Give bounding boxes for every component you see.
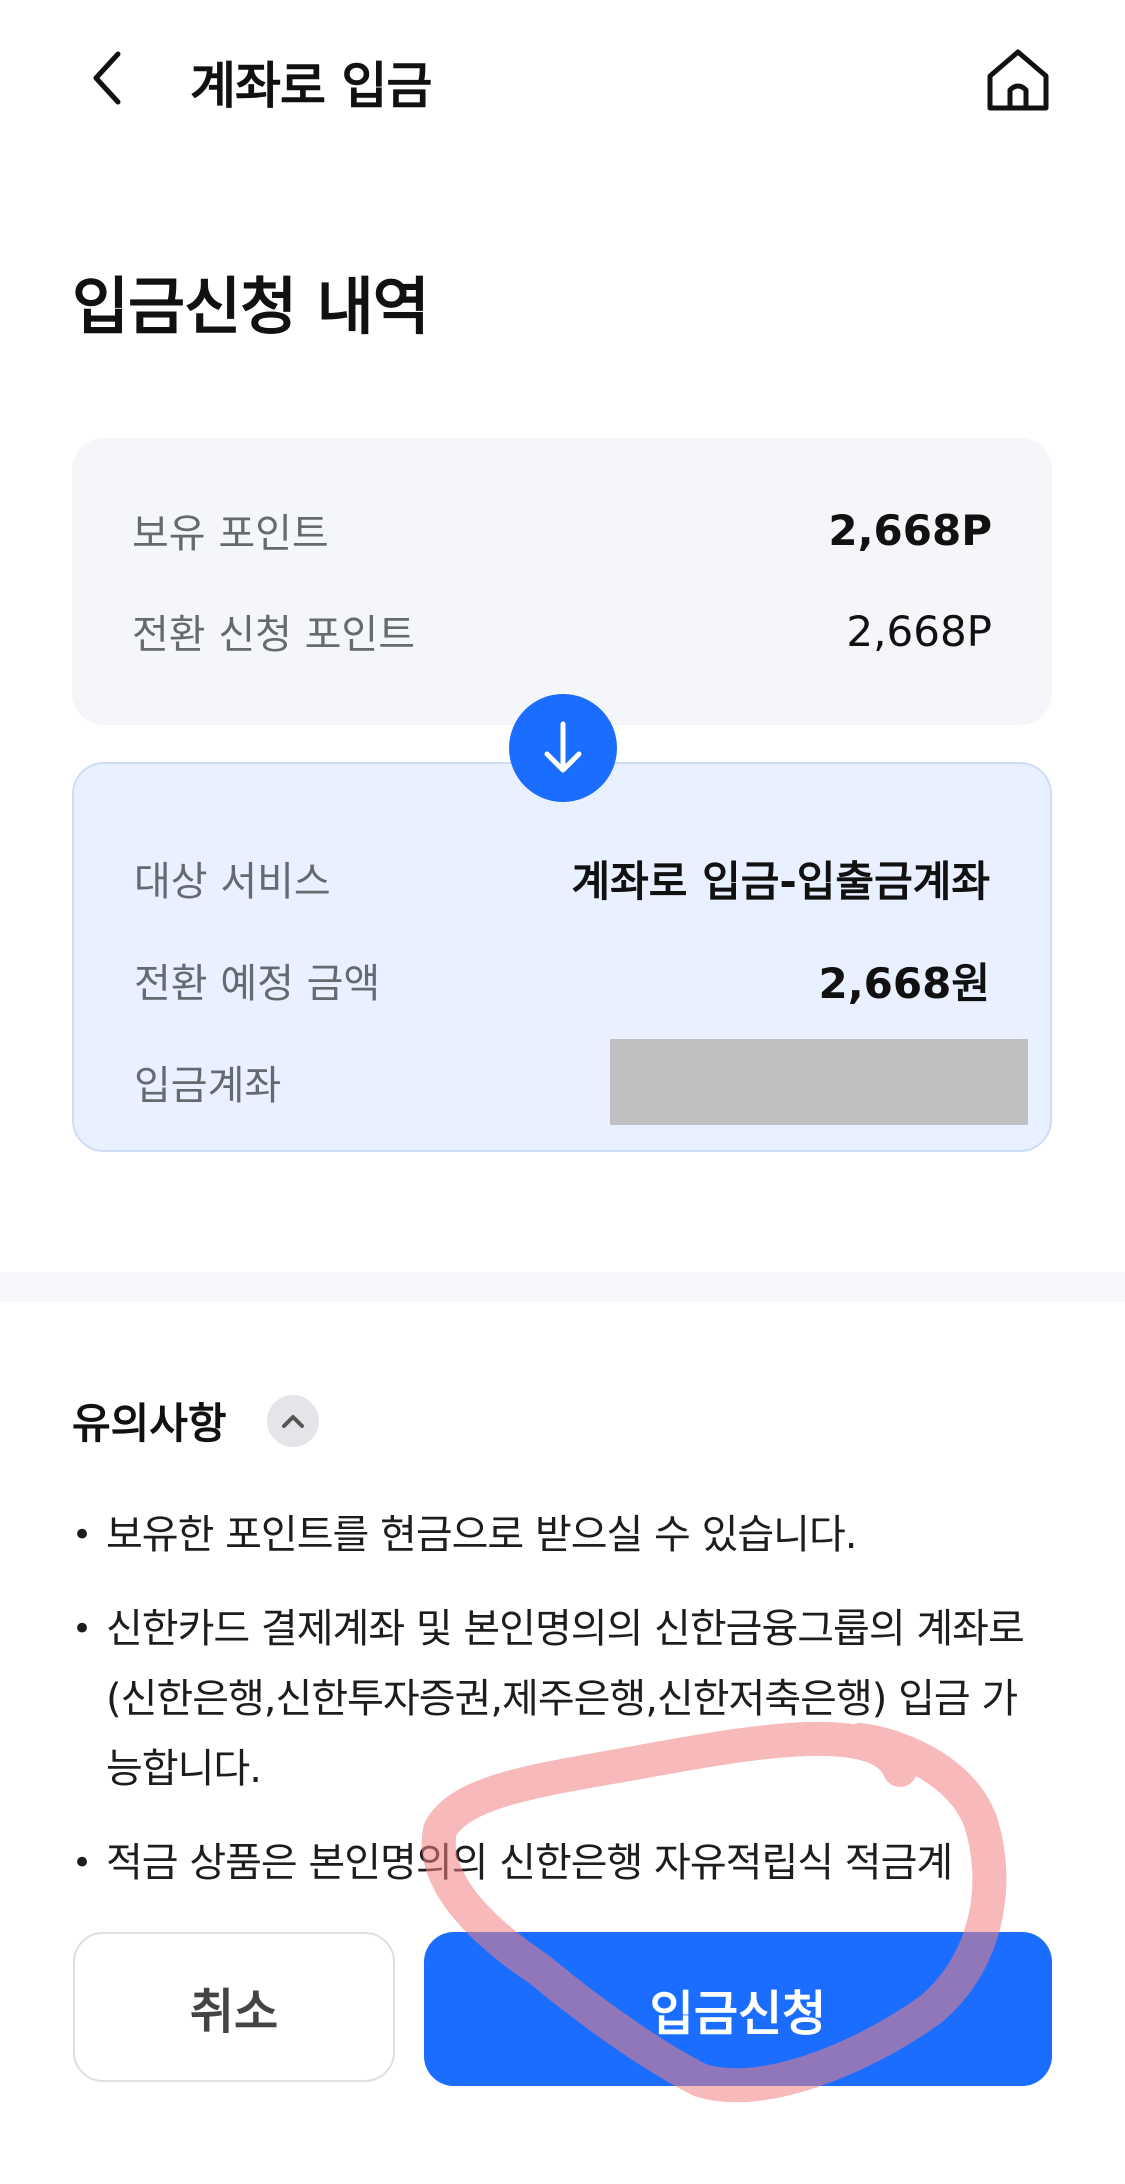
chevron-left-icon (93, 51, 121, 105)
request-points-row: 전환 신청 포인트 2,668P (132, 601, 992, 661)
home-icon (987, 49, 1049, 111)
service-row: 대상 서비스 계좌로 입금-입출금계좌 (134, 848, 990, 908)
back-button[interactable] (78, 38, 138, 118)
notice-title: 유의사항 (72, 1399, 227, 1448)
masked-account-number (610, 1039, 1028, 1125)
held-points-label: 보유 포인트 (132, 511, 329, 557)
notice-item: • 적금 상품은 본인명의의 신한은행 자유적립식 적금계 (72, 1840, 953, 1880)
cancel-button[interactable]: 취소 (73, 1932, 395, 2082)
bottom-action-bar: 취소 입금신청 (0, 1930, 1125, 2184)
page-title: 입금신청 내역 (72, 270, 430, 343)
notice-toggle-button[interactable] (266, 1394, 319, 1447)
chevron-up-icon (281, 1414, 304, 1428)
held-points-value: 2,668P (828, 505, 992, 555)
service-value: 계좌로 입금-입출금계좌 (571, 856, 990, 906)
notice-item: • 신한카드 결제계좌 및 본인명의의 신한금융그룹의 계좌로(신한은행,신한투… (72, 1606, 1025, 1792)
request-points-value: 2,668P (846, 606, 992, 656)
amount-row: 전환 예정 금액 2,668원 (134, 950, 990, 1010)
points-card: 보유 포인트 2,668P 전환 신청 포인트 2,668P (72, 438, 1052, 725)
request-points-label: 전환 신청 포인트 (132, 612, 416, 658)
home-button[interactable] (978, 40, 1058, 120)
section-divider (0, 1272, 1125, 1302)
amount-value: 2,668원 (818, 958, 991, 1008)
notice-header[interactable]: 유의사항 (72, 1390, 319, 1451)
account-row: 입금계좌 (134, 1039, 1028, 1125)
notice-list: • 보유한 포인트를 현금으로 받으실 수 있습니다. • 신한카드 결제계좌 … (72, 1500, 1032, 1880)
target-card: 대상 서비스 계좌로 입금-입출금계좌 전환 예정 금액 2,668원 입금계좌 (72, 762, 1052, 1152)
amount-label: 전환 예정 금액 (134, 961, 381, 1007)
arrow-down-icon (544, 721, 582, 773)
account-label: 입금계좌 (134, 1063, 282, 1109)
submit-deposit-button[interactable]: 입금신청 (424, 1932, 1052, 2086)
service-label: 대상 서비스 (134, 859, 331, 905)
held-points-row: 보유 포인트 2,668P (132, 500, 992, 560)
notice-item: • 보유한 포인트를 현금으로 받으실 수 있습니다. (72, 1512, 857, 1558)
app-header: 계좌로 입금 (0, 0, 1125, 160)
header-title: 계좌로 입금 (190, 57, 432, 115)
conversion-arrow (509, 694, 617, 802)
